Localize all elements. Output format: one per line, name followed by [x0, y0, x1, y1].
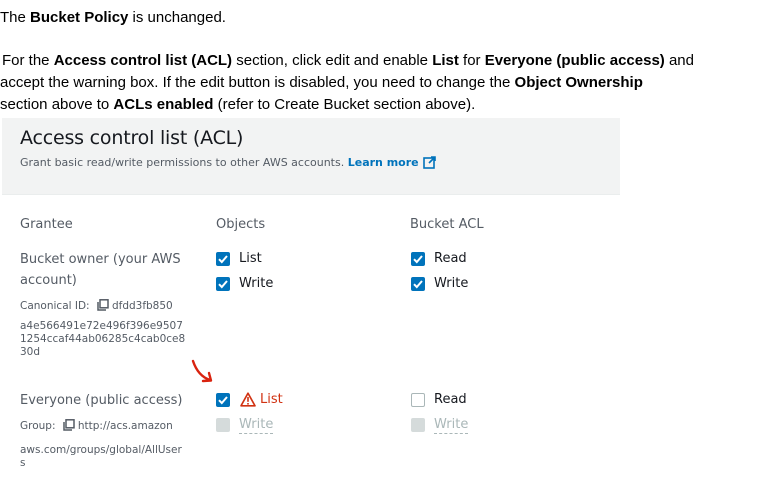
acl-panel-header: Access control list (ACL) Grant basic re…	[2, 118, 620, 195]
everyone-objects-write-label: Write	[239, 417, 274, 434]
column-header-bucket-acl: Bucket ACL	[410, 217, 484, 232]
description-text: Grant basic read/write permissions to ot…	[20, 156, 345, 169]
text: section, click edit and enable	[232, 52, 433, 69]
column-header-grantee: Grantee	[20, 217, 73, 232]
text: section above to	[0, 96, 114, 113]
canonical-id-continued: a4e566491e72e496f396e9507 1254ccaf44ab06…	[20, 320, 185, 359]
external-link-icon[interactable]	[422, 156, 436, 172]
group-uri-line3: s	[20, 457, 26, 469]
column-header-objects: Objects	[216, 217, 266, 232]
copy-icon[interactable]	[63, 419, 75, 435]
bold-acl: Access control list (ACL)	[53, 52, 233, 69]
everyone-objects-write-checkbox[interactable]	[216, 418, 230, 432]
intro-paragraph-bucket-policy: The Bucket Policy is unchanged.	[0, 7, 226, 29]
bold-bucket-policy: Bucket Policy	[30, 9, 129, 26]
everyone-objects-list-label: List	[260, 392, 283, 407]
owner-objects-write-checkbox[interactable]	[216, 277, 230, 291]
owner-bucket-write-label: Write	[434, 276, 469, 291]
owner-bucket-write-checkbox[interactable]	[411, 277, 425, 291]
grantee-everyone: Everyone (public access)	[20, 393, 183, 408]
text: accept the warning box. If the edit butt…	[0, 74, 515, 91]
owner-bucket-read-label: Read	[434, 251, 467, 266]
instruction-line-1: For the Access control list (ACL) sectio…	[2, 50, 694, 72]
owner-objects-write-label: Write	[239, 276, 274, 291]
everyone-bucket-write-label: Write	[434, 417, 469, 434]
instruction-line-3: section above to ACLs enabled (refer to …	[0, 94, 694, 116]
group-uri: Group: http://acs.amazon	[20, 419, 173, 435]
canonical-id-part1: dfdd3fb850	[111, 300, 173, 312]
warning-icon	[240, 392, 256, 407]
owner-name-line1: Bucket owner (your AWS	[20, 252, 181, 267]
group-label: Group:	[20, 420, 56, 432]
canonical-id-line4: 30d	[20, 346, 41, 358]
owner-objects-list-label: List	[239, 251, 262, 266]
learn-more-link[interactable]: Learn more	[348, 156, 419, 169]
text: The	[0, 9, 31, 26]
text: (refer to Create Bucket section above).	[213, 96, 476, 113]
bold-list: List	[432, 52, 459, 69]
canonical-id-label: Canonical ID:	[20, 300, 90, 312]
bold-everyone: Everyone (public access)	[484, 52, 665, 69]
text: for	[458, 52, 485, 69]
group-uri-line2: aws.com/groups/global/AllUser	[20, 444, 182, 456]
owner-objects-list-checkbox[interactable]	[216, 252, 230, 266]
bold-object-ownership: Object Ownership	[514, 74, 643, 91]
canonical-id-line2: a4e566491e72e496f396e9507	[20, 320, 183, 332]
everyone-bucket-read-label: Read	[434, 392, 467, 407]
canonical-id: Canonical ID: dfdd3fb850	[20, 299, 173, 315]
acl-panel-screenshot: Access control list (ACL) Grant basic re…	[2, 118, 620, 482]
acl-title: Access control list (ACL)	[20, 127, 244, 149]
instruction-line-2: accept the warning box. If the edit butt…	[0, 72, 694, 94]
intro-paragraph-acl-instructions: For the Access control list (ACL) sectio…	[0, 50, 694, 116]
group-uri-continued: aws.com/groups/global/AllUser s	[20, 444, 182, 470]
text: and	[664, 52, 694, 69]
group-uri-part1: http://acs.amazon	[77, 420, 173, 432]
owner-bucket-read-checkbox[interactable]	[411, 252, 425, 266]
text: is unchanged.	[128, 9, 226, 26]
bold-acls-enabled: ACLs enabled	[113, 96, 214, 113]
text: For the	[2, 52, 54, 69]
everyone-objects-list-checkbox[interactable]	[216, 393, 230, 407]
everyone-bucket-write-checkbox[interactable]	[411, 418, 425, 432]
everyone-bucket-read-checkbox[interactable]	[411, 393, 425, 407]
owner-name-line2: account)	[20, 273, 77, 288]
copy-icon[interactable]	[97, 299, 109, 315]
canonical-id-line3: 1254ccaf44ab06285c4cab0ce8	[20, 333, 186, 345]
annotation-arrow-icon	[191, 359, 213, 383]
acl-description: Grant basic read/write permissions to ot…	[20, 156, 436, 172]
grantee-bucket-owner: Bucket owner (your AWS account)	[20, 249, 181, 291]
